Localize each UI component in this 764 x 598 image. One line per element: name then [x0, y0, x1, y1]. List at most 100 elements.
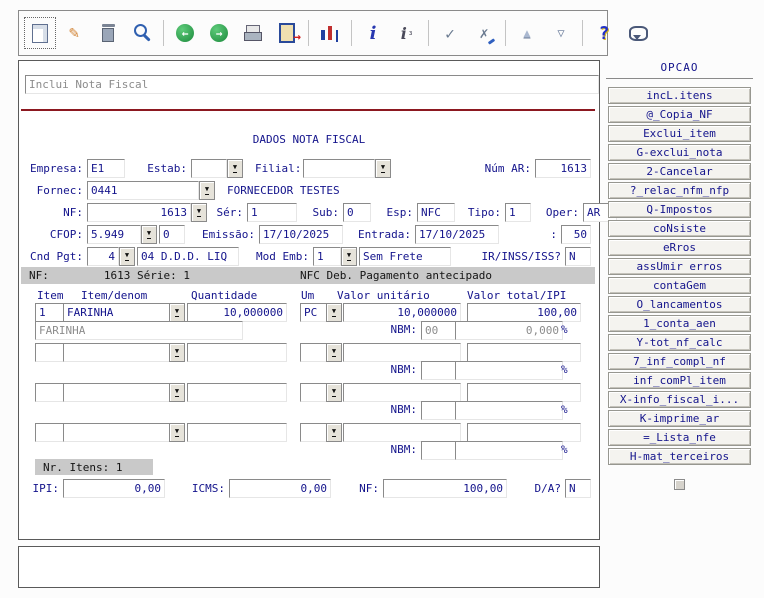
- cnd-pgt-input[interactable]: 4: [87, 246, 119, 266]
- item-desc-field: [35, 401, 243, 420]
- item-nbm-input[interactable]: [421, 361, 457, 380]
- cfop-dropdown-icon[interactable]: [141, 224, 157, 244]
- search-icon[interactable]: [126, 17, 158, 49]
- message-icon[interactable]: [622, 17, 654, 49]
- fornec-dropdown-icon[interactable]: [199, 180, 215, 200]
- item-unit-value-input[interactable]: [343, 423, 461, 442]
- tipo-input[interactable]: 1: [505, 202, 531, 222]
- ir-inss-label: IR/INSS/ISS?: [481, 249, 561, 263]
- esp-input[interactable]: NFC: [417, 202, 455, 222]
- cfop-input[interactable]: 5.949: [87, 224, 141, 244]
- option-tot-nf-calc[interactable]: Y-tot_nf_calc: [608, 334, 751, 351]
- nf-dropdown-icon[interactable]: [191, 202, 207, 222]
- option-lancamentos[interactable]: O_lancamentos: [608, 296, 751, 313]
- option-mat-terceiros[interactable]: H-mat_terceiros: [608, 448, 751, 465]
- edit-icon[interactable]: [58, 17, 90, 49]
- info-icon[interactable]: [357, 17, 389, 49]
- print-icon[interactable]: [237, 17, 269, 49]
- item-um-dropdown-icon[interactable]: [326, 423, 342, 442]
- item-um-dropdown-icon[interactable]: [326, 383, 342, 402]
- option-consiste[interactable]: coNsiste: [608, 220, 751, 237]
- option-copia-nf[interactable]: @_Copia_NF: [608, 106, 751, 123]
- fornec-input[interactable]: 0441: [87, 180, 199, 200]
- item-qty-input[interactable]: [187, 423, 287, 442]
- filial-input[interactable]: [303, 158, 375, 178]
- item-ipi-pct-input[interactable]: [455, 401, 563, 420]
- num-ar-input[interactable]: 1613: [535, 158, 591, 178]
- ir-inss-input[interactable]: N: [565, 246, 591, 266]
- item-nbm-input[interactable]: [421, 401, 457, 420]
- item-denom-input[interactable]: [63, 343, 177, 362]
- option-assumir-erros[interactable]: assUmir erros: [608, 258, 751, 275]
- extra-input[interactable]: 50: [561, 224, 591, 244]
- entrada-input[interactable]: 17/10/2025: [415, 224, 499, 244]
- item-ipi-pct-input[interactable]: [455, 361, 563, 380]
- chart-icon[interactable]: [314, 17, 346, 49]
- nf-total-input[interactable]: 100,00: [383, 478, 507, 498]
- estab-input[interactable]: [191, 158, 227, 178]
- empresa-input[interactable]: E1: [87, 158, 125, 178]
- option-inf-compl-item[interactable]: inf_comPl_item: [608, 372, 751, 389]
- option-exclui-item[interactable]: Exclui_item: [608, 125, 751, 142]
- option-contagem[interactable]: contaGem: [608, 277, 751, 294]
- item-um-dropdown-icon[interactable]: [326, 343, 342, 362]
- move-up-icon[interactable]: [511, 17, 543, 49]
- item-unit-value-input[interactable]: [343, 343, 461, 362]
- da-input[interactable]: N: [565, 478, 591, 498]
- emissao-input[interactable]: 17/10/2025: [259, 224, 343, 244]
- option-exclui-nota[interactable]: G-exclui_nota: [608, 144, 751, 161]
- prev-record-icon[interactable]: [169, 17, 201, 49]
- move-down-icon[interactable]: [545, 17, 577, 49]
- mod-emb-input[interactable]: 1: [313, 246, 341, 266]
- item-unit-value-input[interactable]: [343, 383, 461, 402]
- item-qty-input[interactable]: [187, 343, 287, 362]
- option-inf-compl-nf[interactable]: 7_inf_compl_nf: [608, 353, 751, 370]
- ipi-total-input[interactable]: 0,00: [63, 478, 165, 498]
- new-note-icon[interactable]: [24, 17, 56, 49]
- item-total-input[interactable]: [467, 343, 581, 362]
- delete-icon[interactable]: [92, 17, 124, 49]
- option-info-fiscal[interactable]: X-info_fiscal_i...: [608, 391, 751, 408]
- sub-input[interactable]: 0: [343, 202, 371, 222]
- help-icon[interactable]: [588, 17, 620, 49]
- filial-dropdown-icon[interactable]: [375, 158, 391, 178]
- cancel-icon[interactable]: [468, 17, 500, 49]
- item-denom-dropdown-icon[interactable]: [169, 343, 185, 362]
- option-conta-aen[interactable]: 1_conta_aen: [608, 315, 751, 332]
- option-relac-nfm-nfp[interactable]: ?_relac_nfm_nfp: [608, 182, 751, 199]
- cnd-pgt-dropdown-icon[interactable]: [119, 246, 135, 266]
- info-detail-icon[interactable]: [391, 17, 423, 49]
- next-record-icon[interactable]: [203, 17, 235, 49]
- option-impostos[interactable]: Q-Impostos: [608, 201, 751, 218]
- item-qty-input[interactable]: 10,000000: [187, 303, 287, 322]
- item-denom-input[interactable]: [63, 383, 177, 402]
- item-denom-dropdown-icon[interactable]: [169, 383, 185, 402]
- exit-icon[interactable]: [271, 17, 303, 49]
- item-ipi-pct-input[interactable]: [455, 441, 563, 460]
- mod-emb-dropdown-icon[interactable]: [341, 246, 357, 266]
- item-nbm-input[interactable]: 00: [421, 321, 457, 340]
- cfop-ext-input[interactable]: 0: [159, 224, 185, 244]
- item-denom-input[interactable]: [63, 423, 177, 442]
- item-qty-input[interactable]: [187, 383, 287, 402]
- item-ipi-pct-input[interactable]: 0,000: [455, 321, 563, 340]
- item-denom-dropdown-icon[interactable]: [169, 303, 185, 322]
- item-total-input[interactable]: [467, 423, 581, 442]
- item-nbm-input[interactable]: [421, 441, 457, 460]
- estab-dropdown-icon[interactable]: [227, 158, 243, 178]
- option-imprime-ar[interactable]: K-imprime_ar: [608, 410, 751, 427]
- option-lista-nfe[interactable]: =_Lista_nfe: [608, 429, 751, 446]
- item-denom-input[interactable]: FARINHA: [63, 303, 177, 322]
- icms-total-input[interactable]: 0,00: [229, 478, 331, 498]
- item-total-input[interactable]: [467, 383, 581, 402]
- item-um-dropdown-icon[interactable]: [326, 303, 342, 322]
- item-denom-dropdown-icon[interactable]: [169, 423, 185, 442]
- nf-input[interactable]: 1613: [87, 202, 191, 222]
- serie-input[interactable]: 1: [247, 202, 297, 222]
- option-incl-itens[interactable]: incL.itens: [608, 87, 751, 104]
- confirm-icon[interactable]: [434, 17, 466, 49]
- item-unit-value-input[interactable]: 10,000000: [343, 303, 461, 322]
- option-erros[interactable]: eRros: [608, 239, 751, 256]
- option-cancelar[interactable]: 2-Cancelar: [608, 163, 751, 180]
- item-total-input[interactable]: 100,00: [467, 303, 581, 322]
